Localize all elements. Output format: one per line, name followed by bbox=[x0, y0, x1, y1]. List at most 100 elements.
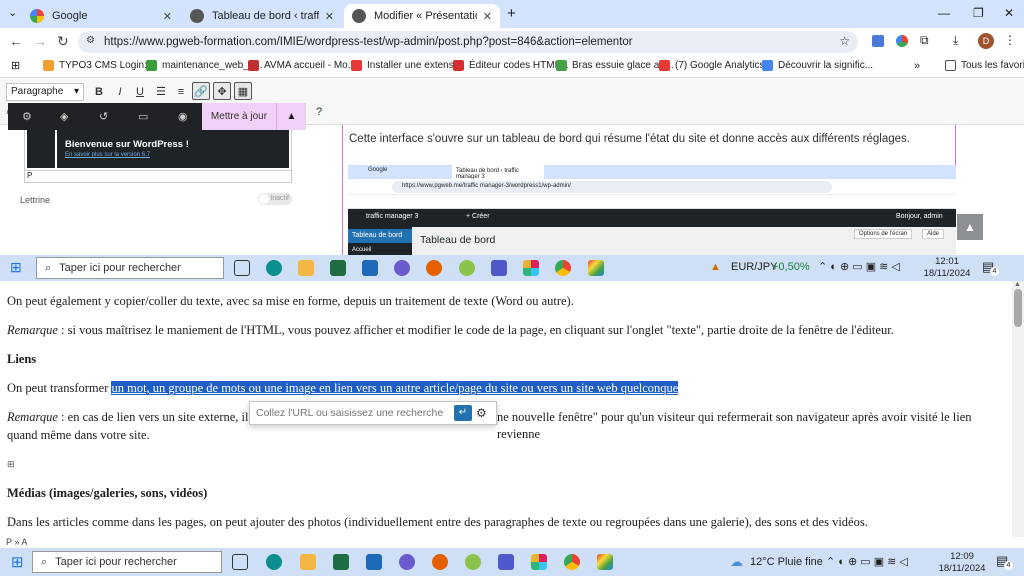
apply-link-button[interactable]: ↵ bbox=[454, 405, 472, 421]
copilot-icon[interactable] bbox=[399, 554, 415, 570]
profile-avatar[interactable]: D bbox=[978, 33, 994, 49]
mail-icon[interactable] bbox=[362, 260, 378, 276]
update-button[interactable]: Mettre à jour bbox=[202, 103, 276, 130]
chrome-extension-icon[interactable] bbox=[896, 35, 908, 47]
tab-edit-presentation[interactable]: Modifier « Présentation de Wor ✕ bbox=[344, 4, 500, 28]
download-icon[interactable]: ⤓ bbox=[953, 33, 958, 48]
editor-article[interactable]: On peut également y copier/coller du tex… bbox=[0, 281, 1012, 537]
scroll-to-top-button[interactable]: ▲ bbox=[957, 214, 983, 240]
all-favorites[interactable]: Tous les favoris bbox=[945, 60, 1024, 71]
app-icon[interactable] bbox=[333, 554, 349, 570]
more-tag-icon[interactable]: ⊞ bbox=[7, 456, 1006, 473]
tab-dashboard[interactable]: Tableau de bord ‹ traffic manag ✕ bbox=[182, 4, 342, 28]
reload-icon[interactable]: ↻ bbox=[57, 33, 69, 50]
tray-icons[interactable]: ⌃ ◐ ⊕ ▭ ▣ ≋ ◁ bbox=[826, 555, 908, 568]
lettrine-toggle[interactable]: Inactif bbox=[258, 193, 292, 205]
underline-button[interactable]: U bbox=[131, 83, 149, 101]
minimize-button[interactable]: — bbox=[938, 6, 950, 20]
link-url-input[interactable]: Collez l'URL ou saisissez une recherche bbox=[250, 407, 454, 419]
bookmark-item[interactable]: TYPO3 CMS Login:... bbox=[43, 60, 155, 71]
windows-start-icon[interactable]: ⊞ bbox=[11, 553, 24, 571]
address-bar[interactable]: ⚙ https://www.pgweb-formation.com/IMIE/w… bbox=[78, 31, 858, 53]
chrome-icon[interactable] bbox=[564, 554, 580, 570]
copilot-icon[interactable] bbox=[394, 260, 410, 276]
heading-links[interactable]: Liens bbox=[7, 351, 1006, 368]
bold-button[interactable]: B bbox=[90, 83, 108, 101]
menu-icon[interactable]: ⋮ bbox=[1004, 33, 1016, 47]
slack-icon[interactable] bbox=[523, 260, 539, 276]
task-view-icon[interactable] bbox=[234, 260, 250, 276]
edge-icon[interactable] bbox=[266, 554, 282, 570]
forward-icon[interactable]: → bbox=[33, 33, 47, 49]
page-scrollbar[interactable]: ▲ bbox=[1012, 281, 1024, 537]
explorer-icon[interactable] bbox=[298, 260, 314, 276]
paragraph[interactable]: Dans les articles comme dans les pages, … bbox=[7, 514, 1006, 531]
teams-icon[interactable] bbox=[491, 260, 507, 276]
bookmark-item[interactable]: Bras essuie glace arr... bbox=[556, 60, 674, 71]
paint-icon[interactable] bbox=[588, 260, 604, 276]
heading-media[interactable]: Médias (images/galeries, sons, vidéos) bbox=[7, 485, 1006, 502]
clock[interactable]: 12:01 18/11/2024 bbox=[922, 256, 972, 280]
tab-search-chevron-icon[interactable]: ⌄ bbox=[8, 6, 17, 19]
firefox-icon[interactable] bbox=[432, 554, 448, 570]
puzzle-icon[interactable]: ⧉ bbox=[920, 33, 929, 48]
history-icon[interactable]: ↺ bbox=[99, 110, 108, 123]
clock[interactable]: 12:09 18/11/2024 bbox=[936, 551, 988, 575]
apps-grid-icon[interactable]: ⊞ bbox=[11, 59, 20, 72]
chevron-up-icon[interactable]: ▲ bbox=[276, 103, 306, 130]
slack-icon[interactable] bbox=[531, 554, 547, 570]
close-window-button[interactable]: ✕ bbox=[1004, 6, 1014, 20]
link-options-icon[interactable]: ⚙ bbox=[476, 406, 492, 421]
close-tab-icon[interactable]: ✕ bbox=[325, 10, 334, 23]
explorer-icon[interactable] bbox=[300, 554, 316, 570]
more-bookmarks-icon[interactable]: » bbox=[914, 60, 920, 72]
preview-caption-field[interactable]: P bbox=[24, 171, 292, 183]
mail-icon[interactable] bbox=[366, 554, 382, 570]
italic-button[interactable]: I bbox=[111, 83, 129, 101]
selected-text[interactable]: un mot, un groupe de mots ou une image e… bbox=[111, 381, 679, 395]
taskbar-search[interactable]: ⌕ Taper ici pour rechercher bbox=[32, 551, 222, 573]
link-button[interactable]: 🔗 bbox=[192, 82, 210, 100]
extension-icon[interactable] bbox=[872, 35, 884, 47]
scrollbar-thumb[interactable] bbox=[1014, 289, 1022, 327]
site-info-icon[interactable]: ⚙ bbox=[86, 35, 95, 46]
close-tab-icon[interactable]: ✕ bbox=[483, 10, 492, 23]
bullet-list-button[interactable]: ☰ bbox=[152, 83, 170, 101]
restore-button[interactable]: ❐ bbox=[973, 6, 984, 20]
tray-icons[interactable]: ⌃ ◐ ⊕ ▭ ▣ ≋ ◁ bbox=[818, 260, 900, 273]
layers-icon[interactable]: ◈ bbox=[60, 110, 68, 123]
edge-icon[interactable] bbox=[266, 260, 282, 276]
tab-google[interactable]: Google ✕ bbox=[22, 4, 180, 28]
taskbar-search[interactable]: ⌕ Taper ici pour rechercher bbox=[36, 257, 224, 279]
fullscreen-button[interactable]: ✥ bbox=[213, 82, 231, 100]
help-button[interactable]: ? bbox=[310, 103, 328, 121]
paragraph[interactable]: quand même dans votre site. bbox=[7, 427, 1006, 444]
bookmark-item[interactable]: maintenance_web_0... bbox=[146, 60, 263, 71]
bookmark-star-icon[interactable]: ☆ bbox=[839, 34, 850, 48]
app-icon[interactable] bbox=[330, 260, 346, 276]
new-tab-button[interactable]: + bbox=[507, 5, 516, 22]
app-icon[interactable] bbox=[465, 554, 481, 570]
responsive-icon[interactable]: ▭ bbox=[138, 110, 148, 123]
paragraph[interactable]: Remarque : si vous maîtrisez le maniemen… bbox=[7, 322, 1006, 339]
scroll-up-icon[interactable]: ▲ bbox=[1014, 281, 1021, 288]
settings-icon[interactable]: ⚙ bbox=[22, 110, 32, 123]
back-icon[interactable]: ← bbox=[9, 33, 23, 49]
paint-icon[interactable] bbox=[597, 554, 613, 570]
windows-start-icon[interactable]: ⊞ bbox=[10, 259, 22, 276]
bookmark-item[interactable]: (7) Google Analytics... bbox=[659, 60, 773, 71]
task-view-icon[interactable] bbox=[232, 554, 248, 570]
format-select[interactable]: Paragraphe ▾ bbox=[6, 83, 84, 101]
bookmark-item[interactable]: AVMA accueil - Mo... bbox=[248, 60, 356, 71]
paragraph[interactable]: On peut transformer un mot, un groupe de… bbox=[7, 380, 1006, 397]
bookmark-item[interactable]: Installer une extensi... bbox=[351, 60, 464, 71]
firefox-icon[interactable] bbox=[426, 260, 442, 276]
bookmark-item[interactable]: Éditeur codes HTML... bbox=[453, 60, 568, 71]
close-tab-icon[interactable]: ✕ bbox=[163, 10, 172, 23]
bookmark-item[interactable]: Découvrir la signific... bbox=[762, 60, 873, 71]
preview-eye-icon[interactable]: ◉ bbox=[178, 110, 188, 123]
paragraph[interactable]: On peut également y copier/coller du tex… bbox=[7, 293, 1006, 310]
chrome-icon[interactable] bbox=[555, 260, 571, 276]
teams-icon[interactable] bbox=[498, 554, 514, 570]
numbered-list-button[interactable]: ≡ bbox=[172, 83, 190, 101]
